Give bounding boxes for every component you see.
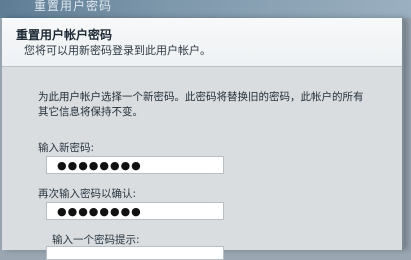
dialog-description: 为此用户帐户选择一个新密码。此密码将替换旧的密码，此帐户的所有其它信息将保持不变…: [38, 91, 364, 118]
new-password-input[interactable]: ●●●●●●●●: [46, 156, 224, 174]
new-password-value: ●●●●●●●●: [57, 158, 142, 172]
reset-password-dialog: 重置用户帐户密码 您将可以用新密码登录到此用户帐户。 为此用户帐户选择一个新密码…: [2, 18, 404, 260]
password-hint-label: 输入一个密码提示:: [52, 234, 140, 246]
window-titlebar: 重置用户密码: [0, 0, 411, 18]
dialog-title: 重置用户帐户密码: [16, 28, 113, 42]
window-title: 重置用户密码: [34, 0, 113, 13]
dialog-subtitle: 您将可以用新密码登录到此用户帐户。: [24, 44, 211, 57]
dialog-header: 重置用户帐户密码 您将可以用新密码登录到此用户帐户。: [2, 18, 402, 67]
confirm-password-label: 再次输入密码以确认:: [38, 188, 137, 200]
password-hint-input[interactable]: [46, 246, 224, 260]
confirm-password-input[interactable]: ●●●●●●●●: [46, 202, 224, 220]
new-password-label: 输入新密码:: [38, 142, 95, 154]
confirm-password-value: ●●●●●●●●: [57, 204, 142, 218]
